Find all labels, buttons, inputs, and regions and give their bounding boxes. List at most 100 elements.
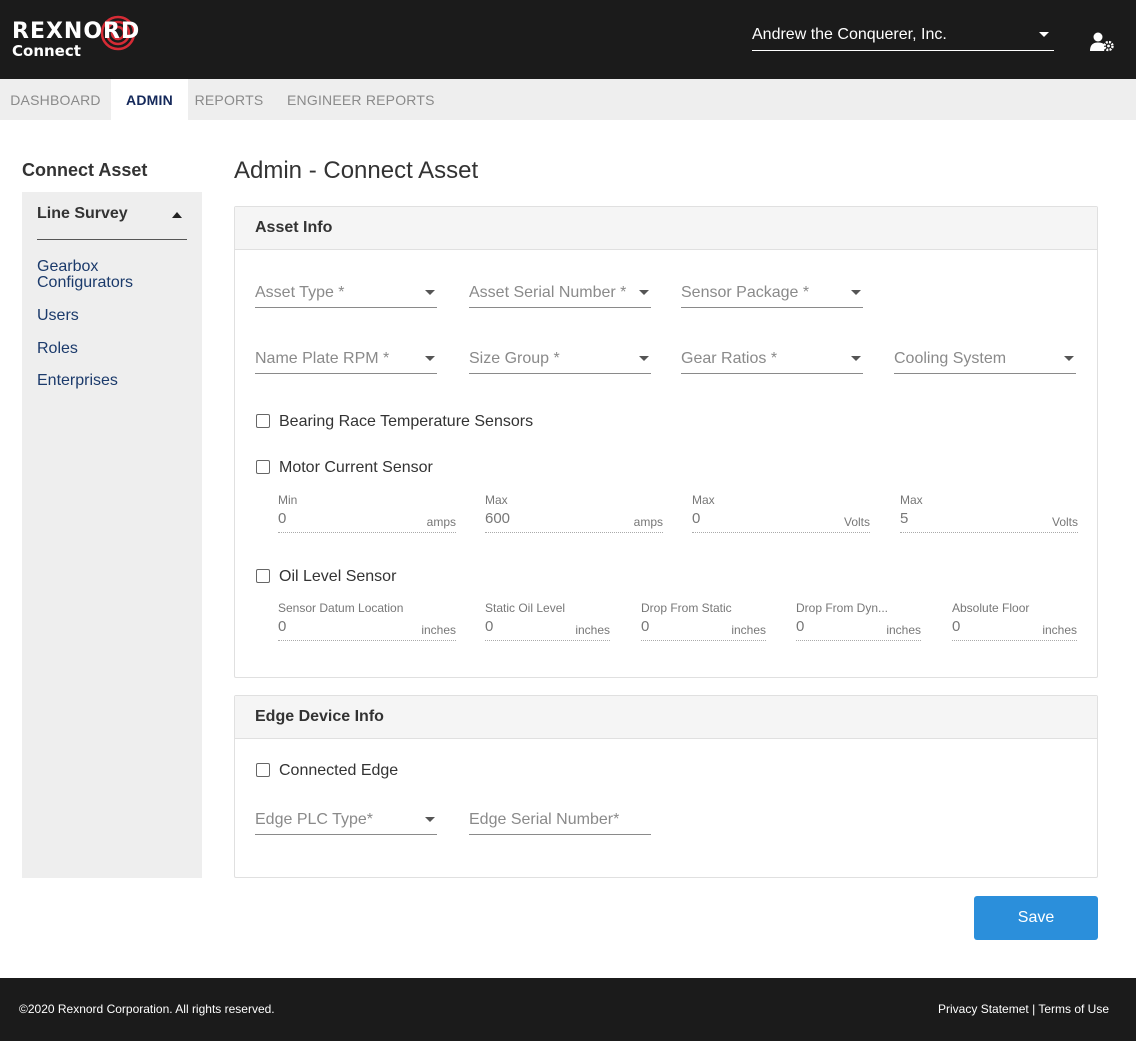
asset-info-heading: Asset Info [235, 207, 1097, 250]
select-label: Edge PLC Type* [255, 811, 374, 828]
chevron-up-icon [172, 212, 182, 218]
gear-ratios-select[interactable]: Gear Ratios * [681, 342, 863, 374]
sidebar-section-label: Line Survey [37, 205, 128, 222]
field-caption: Max [692, 493, 715, 507]
connected-edge-checkbox[interactable] [256, 763, 270, 777]
asset-serial-number-select[interactable]: Asset Serial Number * [469, 276, 651, 308]
select-label: Name Plate RPM * [255, 350, 390, 367]
terms-of-use-link[interactable]: Terms of Use [1038, 1002, 1109, 1016]
oil-level-sensor-checkbox[interactable] [256, 569, 270, 583]
absolute-floor-field[interactable]: Absolute Floor 0 inches [952, 601, 1077, 641]
size-group-select[interactable]: Size Group * [469, 342, 651, 374]
bearing-race-sensors-label: Bearing Race Temperature Sensors [279, 413, 534, 430]
motor-min-amps-field[interactable]: Min 0 amps [278, 493, 456, 533]
cooling-system-select[interactable]: Cooling System [894, 342, 1076, 374]
main-nav-tabs: DASHBOARD ADMIN REPORTS ENGINEER REPORTS [0, 79, 1136, 120]
edge-device-info-heading: Edge Device Info [235, 696, 1097, 739]
field-unit: inches [886, 623, 921, 637]
sidebar-title: Connect Asset [22, 160, 148, 180]
field-value: 600 [485, 510, 511, 527]
bearing-race-sensors-checkbox[interactable] [256, 414, 270, 428]
chevron-down-icon [1039, 32, 1049, 37]
motor-min-volts-field[interactable]: Max 0 Volts [692, 493, 870, 533]
motor-current-sensor-label: Motor Current Sensor [279, 459, 433, 476]
organization-select[interactable]: Andrew the Conquerer, Inc. [752, 23, 1054, 51]
field-caption: Absolute Floor [952, 601, 1030, 615]
chevron-down-icon [639, 290, 649, 295]
drop-from-static-field[interactable]: Drop From Static 0 inches [641, 601, 766, 641]
footer-links: Privacy Statemet | Terms of Use [938, 1002, 1109, 1016]
field-value: 0 [796, 618, 805, 635]
logo-wordmark: REXNORD [12, 19, 141, 44]
asset-info-card: Asset Info Asset Type * Asset Serial Num… [234, 206, 1098, 678]
select-label: Cooling System [894, 350, 1007, 367]
edge-serial-number-input[interactable]: Edge Serial Number* [469, 803, 651, 835]
tab-dashboard[interactable]: DASHBOARD [0, 79, 111, 120]
chevron-down-icon [1064, 356, 1074, 361]
field-unit: inches [421, 623, 456, 637]
sidebar-item-gearbox-configurators[interactable]: Gearbox Configurators [37, 259, 157, 291]
select-label: Asset Type * [255, 284, 345, 301]
sidebar-item-enterprises[interactable]: Enterprises [37, 373, 118, 389]
name-plate-rpm-select[interactable]: Name Plate RPM * [255, 342, 437, 374]
sensor-package-select[interactable]: Sensor Package * [681, 276, 863, 308]
input-label: Edge Serial Number* [469, 811, 620, 828]
sidebar-section-line-survey[interactable]: Line Survey [37, 205, 187, 240]
tab-admin[interactable]: ADMIN [111, 79, 188, 120]
field-unit: inches [575, 623, 610, 637]
user-settings-icon[interactable] [1090, 32, 1114, 52]
motor-max-volts-field[interactable]: Max 5 Volts [900, 493, 1078, 533]
field-value: 0 [641, 618, 650, 635]
field-caption: Drop From Static [641, 601, 732, 615]
field-unit: Volts [843, 515, 870, 529]
field-caption: Drop From Dyn... [796, 601, 889, 615]
field-caption: Sensor Datum Location [278, 601, 404, 615]
edge-device-info-card: Edge Device Info Connected Edge Edge PLC… [234, 695, 1098, 878]
tab-engineer-reports[interactable]: ENGINEER REPORTS [287, 79, 435, 120]
chevron-down-icon [425, 817, 435, 822]
field-unit: amps [633, 515, 663, 529]
motor-max-amps-field[interactable]: Max 600 amps [485, 493, 663, 533]
oil-level-sensor-label: Oil Level Sensor [279, 568, 397, 585]
select-label: Asset Serial Number * [469, 284, 627, 301]
field-value: 0 [278, 618, 287, 635]
field-value: 0 [278, 510, 287, 527]
page-title: Admin - Connect Asset [234, 157, 479, 184]
static-oil-level-field[interactable]: Static Oil Level 0 inches [485, 601, 610, 641]
edge-plc-type-select[interactable]: Edge PLC Type* [255, 803, 437, 835]
top-header: REXNORD Connect Andrew the Conquerer, In… [0, 0, 1136, 79]
field-value: 0 [692, 510, 701, 527]
select-label: Gear Ratios * [681, 350, 778, 367]
field-value: 5 [900, 510, 909, 527]
chevron-down-icon [425, 356, 435, 361]
privacy-statement-link[interactable]: Privacy Statemet [938, 1002, 1029, 1016]
chevron-down-icon [851, 290, 861, 295]
chevron-down-icon [639, 356, 649, 361]
field-caption: Max [900, 493, 923, 507]
copyright-text: ©2020 Rexnord Corporation. All rights re… [19, 1002, 275, 1016]
sidebar-item-roles[interactable]: Roles [37, 341, 78, 357]
logo-subtitle: Connect [12, 42, 81, 60]
save-button[interactable]: Save [974, 896, 1098, 940]
organization-name: Andrew the Conquerer, Inc. [752, 26, 947, 43]
field-unit: inches [731, 623, 766, 637]
drop-from-dynamic-field[interactable]: Drop From Dyn... 0 inches [796, 601, 921, 641]
sidebar-item-users[interactable]: Users [37, 308, 79, 324]
select-label: Size Group * [469, 350, 560, 367]
footer: ©2020 Rexnord Corporation. All rights re… [0, 978, 1136, 1041]
asset-type-select[interactable]: Asset Type * [255, 276, 437, 308]
motor-current-sensor-checkbox[interactable] [256, 460, 270, 474]
tab-reports[interactable]: REPORTS [188, 79, 270, 120]
chevron-down-icon [851, 356, 861, 361]
connected-edge-label: Connected Edge [279, 762, 399, 779]
field-caption: Static Oil Level [485, 601, 566, 615]
sensor-datum-location-field[interactable]: Sensor Datum Location 0 inches [278, 601, 456, 641]
field-unit: Volts [1051, 515, 1078, 529]
rexnord-connect-logo[interactable]: REXNORD Connect [12, 12, 187, 62]
sidebar: Line Survey Gearbox Configurators Users … [22, 192, 202, 878]
field-caption: Max [485, 493, 508, 507]
footer-separator: | [1032, 1002, 1036, 1016]
field-caption: Min [278, 493, 298, 507]
field-value: 0 [952, 618, 961, 635]
field-unit: inches [1042, 623, 1077, 637]
